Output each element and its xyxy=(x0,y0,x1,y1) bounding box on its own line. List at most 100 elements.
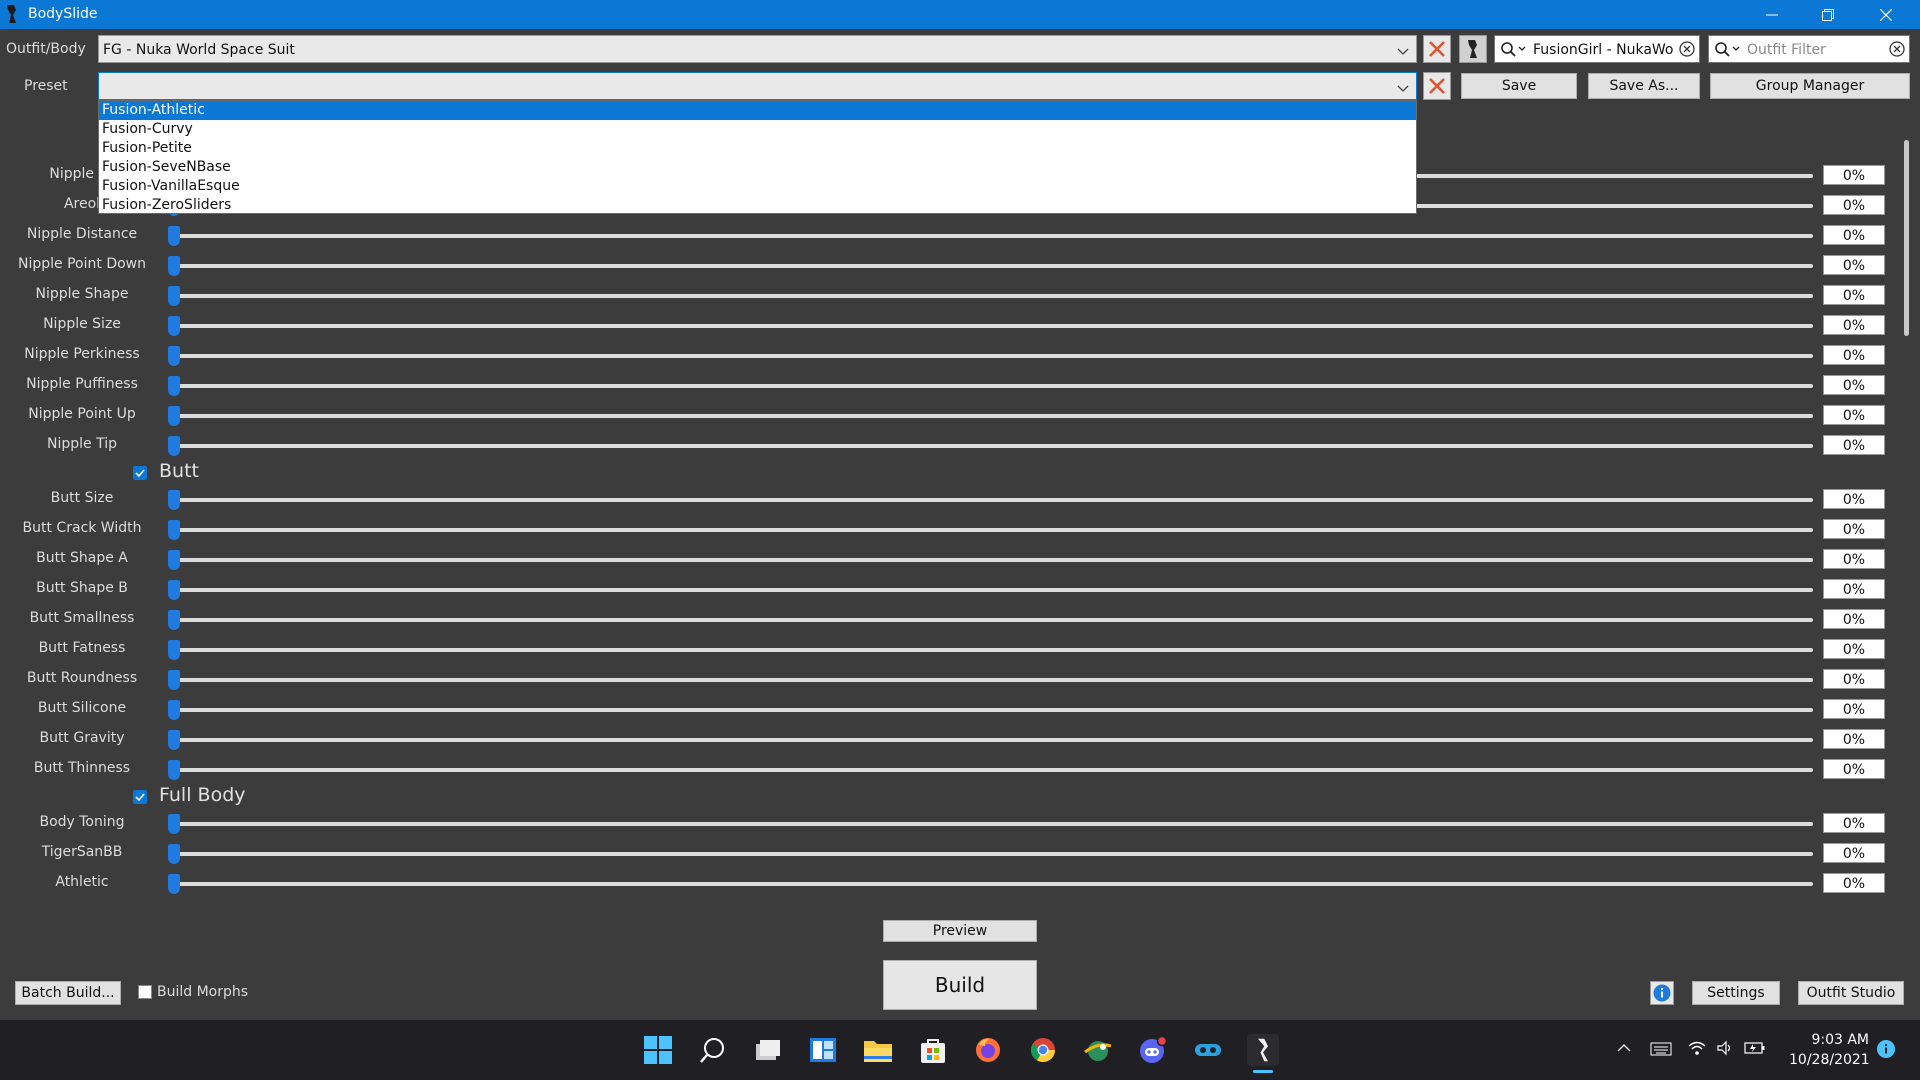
restore-button[interactable] xyxy=(1800,0,1856,29)
chevron-up-icon[interactable] xyxy=(1616,1042,1632,1054)
settings-button[interactable]: Settings xyxy=(1692,981,1780,1005)
preset-option[interactable]: Fusion-Petite xyxy=(99,139,1416,158)
file-explorer-button[interactable] xyxy=(862,1034,894,1066)
close-window-button[interactable] xyxy=(1858,0,1914,29)
slider-track[interactable] xyxy=(173,852,1813,856)
clock-date[interactable]: 10/28/2021 xyxy=(1789,1052,1870,1068)
build-button[interactable]: Build xyxy=(883,960,1037,1010)
slider-thumb[interactable] xyxy=(168,346,180,366)
preview-button[interactable]: Preview xyxy=(883,920,1037,942)
save-button[interactable]: Save xyxy=(1461,73,1577,99)
slider-thumb[interactable] xyxy=(168,640,180,660)
slider-track[interactable] xyxy=(173,264,1813,268)
group-manager-button[interactable]: Group Manager xyxy=(1710,73,1910,99)
slider-value-field[interactable]: 0% xyxy=(1823,519,1885,539)
slider-value-field[interactable]: 0% xyxy=(1823,435,1885,455)
slider-track[interactable] xyxy=(173,414,1813,418)
group-select-button[interactable] xyxy=(1459,35,1487,63)
slider-thumb[interactable] xyxy=(168,286,180,306)
slider-value-field[interactable]: 0% xyxy=(1823,225,1885,245)
slider-value-field[interactable]: 0% xyxy=(1823,669,1885,689)
slider-value-field[interactable]: 0% xyxy=(1823,609,1885,629)
build-morphs-checkbox[interactable] xyxy=(138,985,152,999)
slider-thumb[interactable] xyxy=(168,406,180,426)
slider-value-field[interactable]: 0% xyxy=(1823,729,1885,749)
preset-select[interactable] xyxy=(98,72,1417,100)
keyboard-icon[interactable] xyxy=(1650,1041,1672,1057)
group-filter-field[interactable]: FusionGirl - NukaWo xyxy=(1494,35,1700,63)
minimize-button[interactable] xyxy=(1744,0,1800,29)
slider-value-field[interactable]: 0% xyxy=(1823,639,1885,659)
bodyslide-taskbar-button[interactable] xyxy=(1247,1034,1279,1066)
about-button[interactable] xyxy=(1650,981,1674,1005)
slider-value-field[interactable]: 0% xyxy=(1823,843,1885,863)
task-view-button[interactable] xyxy=(752,1034,784,1066)
slider-thumb[interactable] xyxy=(168,520,180,540)
outfit-select[interactable]: FG - Nuka World Space Suit xyxy=(98,35,1417,63)
slider-track[interactable] xyxy=(173,822,1813,826)
taskbar-search-button[interactable] xyxy=(697,1034,729,1066)
slider-value-field[interactable]: 0% xyxy=(1823,699,1885,719)
slider-thumb[interactable] xyxy=(168,580,180,600)
wifi-icon[interactable] xyxy=(1688,1040,1706,1056)
clear-outfit-button[interactable] xyxy=(1423,35,1451,63)
slider-track[interactable] xyxy=(173,384,1813,388)
slider-thumb[interactable] xyxy=(168,316,180,336)
nexus-mod-manager-button[interactable] xyxy=(1082,1034,1114,1066)
slider-track[interactable] xyxy=(173,294,1813,298)
slider-thumb[interactable] xyxy=(168,256,180,276)
discord-button[interactable] xyxy=(1137,1034,1169,1066)
slider-thumb[interactable] xyxy=(168,700,180,720)
slider-track[interactable] xyxy=(173,234,1813,238)
preset-option[interactable]: Fusion-Athletic xyxy=(99,101,1416,120)
battery-icon[interactable] xyxy=(1744,1040,1766,1056)
slider-track[interactable] xyxy=(173,648,1813,652)
preset-option[interactable]: Fusion-VanillaEsque xyxy=(99,177,1416,196)
preset-option[interactable]: Fusion-Curvy xyxy=(99,120,1416,139)
slider-track[interactable] xyxy=(173,882,1813,886)
clear-circle-icon[interactable] xyxy=(1889,41,1905,57)
slider-thumb[interactable] xyxy=(168,844,180,864)
slider-track[interactable] xyxy=(173,444,1813,448)
slider-value-field[interactable]: 0% xyxy=(1823,195,1885,215)
slider-track[interactable] xyxy=(173,738,1813,742)
widgets-button[interactable] xyxy=(807,1034,839,1066)
slider-thumb[interactable] xyxy=(168,730,180,750)
volume-icon[interactable] xyxy=(1716,1040,1734,1056)
slider-value-field[interactable]: 0% xyxy=(1823,489,1885,509)
slider-thumb[interactable] xyxy=(168,550,180,570)
outfit-studio-button[interactable]: Outfit Studio xyxy=(1798,981,1904,1005)
slider-track[interactable] xyxy=(173,678,1813,682)
slider-value-field[interactable]: 0% xyxy=(1823,345,1885,365)
slider-track[interactable] xyxy=(173,618,1813,622)
notification-icon[interactable] xyxy=(1876,1039,1896,1059)
start-button[interactable] xyxy=(642,1034,674,1066)
group-checkbox[interactable] xyxy=(133,790,147,804)
slider-value-field[interactable]: 0% xyxy=(1823,285,1885,305)
slider-track[interactable] xyxy=(173,528,1813,532)
save-as-button[interactable]: Save As... xyxy=(1588,73,1700,99)
slider-value-field[interactable]: 0% xyxy=(1823,549,1885,569)
slider-scrollbar[interactable] xyxy=(1900,140,1914,910)
slider-value-field[interactable]: 0% xyxy=(1823,579,1885,599)
slider-track[interactable] xyxy=(173,324,1813,328)
preset-option[interactable]: Fusion-SeveNBase xyxy=(99,158,1416,177)
slider-thumb[interactable] xyxy=(168,670,180,690)
slider-value-field[interactable]: 0% xyxy=(1823,873,1885,893)
store-button[interactable] xyxy=(917,1034,949,1066)
slider-value-field[interactable]: 0% xyxy=(1823,375,1885,395)
slider-track[interactable] xyxy=(173,768,1813,772)
slider-track[interactable] xyxy=(173,498,1813,502)
clear-preset-button[interactable] xyxy=(1423,72,1451,100)
slider-value-field[interactable]: 0% xyxy=(1823,405,1885,425)
app-button-infinity[interactable] xyxy=(1192,1034,1224,1066)
slider-track[interactable] xyxy=(173,708,1813,712)
slider-value-field[interactable]: 0% xyxy=(1823,759,1885,779)
slider-value-field[interactable]: 0% xyxy=(1823,165,1885,185)
group-checkbox[interactable] xyxy=(133,466,147,480)
slider-track[interactable] xyxy=(173,558,1813,562)
batch-build-button[interactable]: Batch Build... xyxy=(15,981,121,1005)
preset-option[interactable]: Fusion-ZeroSliders xyxy=(99,196,1416,215)
slider-thumb[interactable] xyxy=(168,226,180,246)
clock-time[interactable]: 9:03 AM xyxy=(1805,1032,1869,1048)
